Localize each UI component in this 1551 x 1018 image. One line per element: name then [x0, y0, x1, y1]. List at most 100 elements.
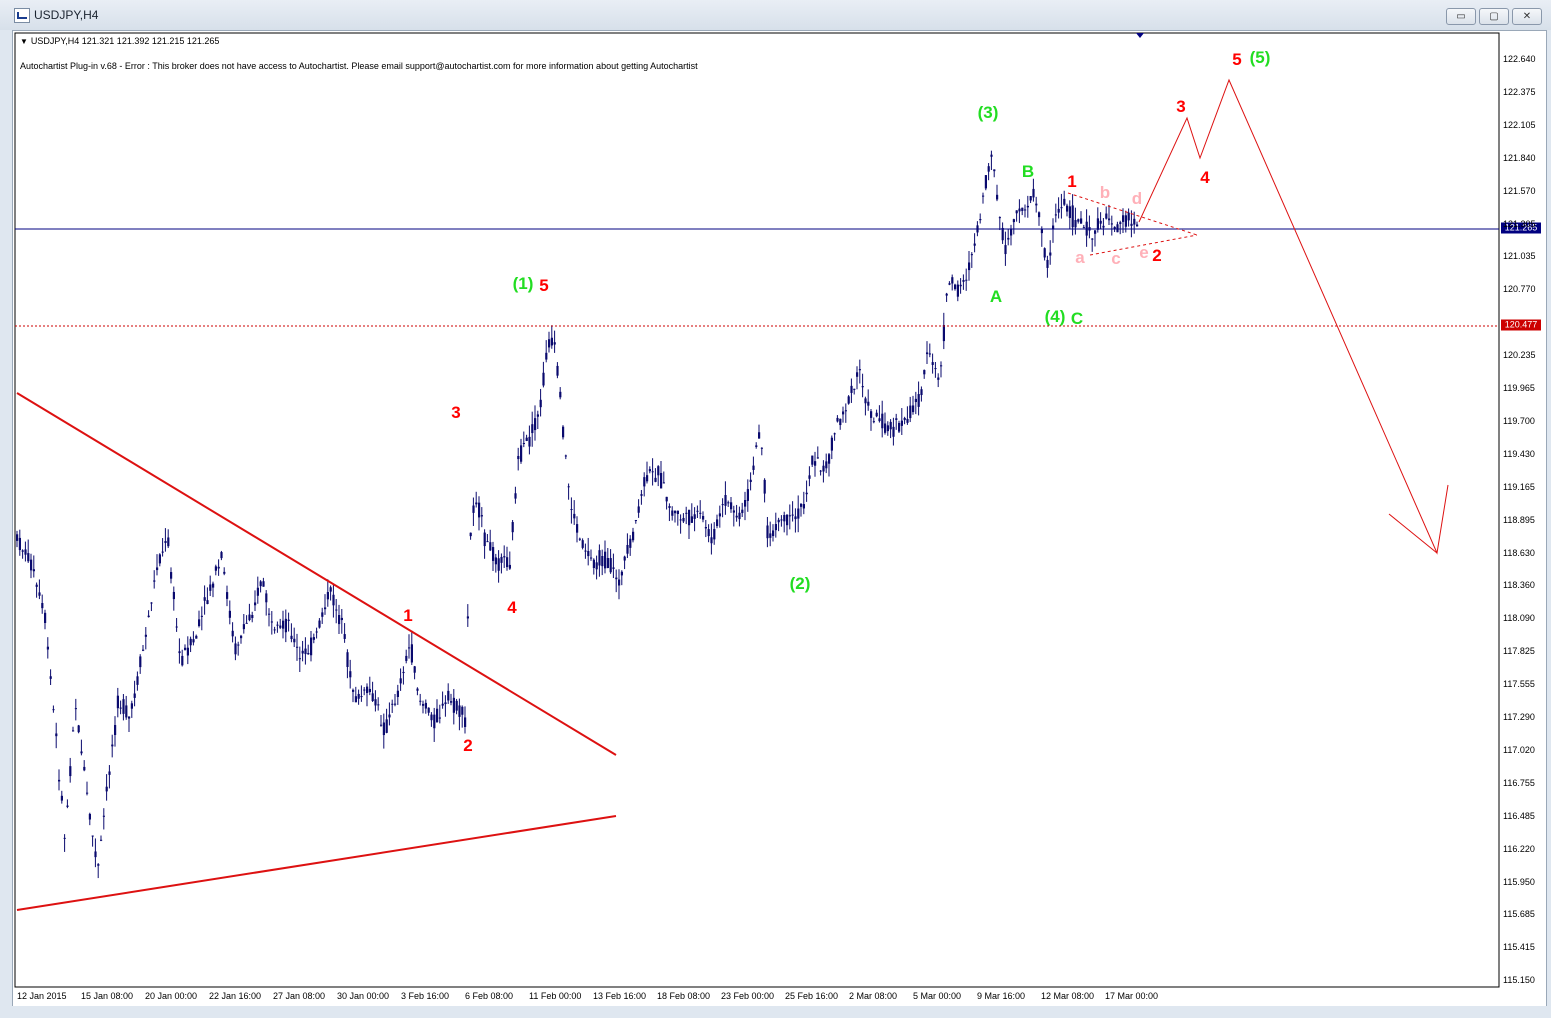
price-bar-body: [618, 579, 621, 586]
price-bar-body: [878, 418, 881, 422]
price-bar-body: [290, 635, 293, 640]
price-bar-body: [797, 508, 800, 519]
wave-label-gA: A: [989, 287, 1003, 306]
price-bar-body: [77, 725, 80, 733]
time-tick-label: 18 Feb 08:00: [657, 991, 711, 1001]
price-bar-body: [833, 433, 836, 435]
price-bar-body: [368, 688, 371, 693]
price-bar-body: [156, 567, 159, 571]
price-bar-body: [209, 584, 212, 591]
price-bar-body: [559, 391, 562, 398]
price-bar-body: [200, 615, 203, 617]
price-bar-body: [690, 516, 693, 523]
price-bar-body: [1035, 203, 1038, 206]
time-tick-label: 3 Feb 16:00: [401, 991, 450, 1001]
price-bar-body: [629, 538, 632, 548]
price-chart[interactable]: [0, 0, 1551, 1018]
price-bar-body: [181, 655, 184, 666]
price-bar-body: [377, 704, 380, 706]
price-bar-body: [105, 786, 108, 792]
price-bar-body: [427, 707, 430, 713]
price-bar-body: [640, 494, 643, 496]
price-bar-body: [38, 592, 41, 596]
price-bar-body: [570, 509, 573, 511]
price-bar-body: [598, 550, 601, 566]
price-bar-body: [632, 531, 635, 541]
price-bar-body: [727, 502, 730, 504]
price-bar-body: [416, 688, 419, 691]
price-bar-body: [741, 509, 744, 514]
price-bar-body: [391, 703, 394, 705]
price-bar-body: [1021, 207, 1024, 211]
price-bar-body: [366, 686, 369, 693]
price-bar-body: [548, 339, 551, 348]
price-bar-body: [567, 486, 570, 488]
sub-wave-label-c: c: [1111, 249, 1121, 268]
price-tick-label: 120.235: [1503, 350, 1536, 361]
projected-arrow-head[interactable]: [1388, 513, 1438, 554]
price-bar-body: [164, 540, 167, 543]
price-tick-label: 119.165: [1503, 481, 1535, 492]
price-bar-body: [189, 638, 192, 646]
price-bar-body: [802, 504, 805, 509]
price-bar-body: [553, 342, 556, 345]
price-bar-body: [58, 779, 61, 782]
chart-shift-marker[interactable]: [1136, 33, 1144, 38]
wave-label-g1: (1): [512, 274, 534, 293]
price-bar-body: [755, 445, 758, 447]
price-bar-body: [69, 766, 72, 777]
upper-triangle-trendline[interactable]: [16, 392, 617, 756]
price-bar-body: [346, 652, 349, 667]
symbol-dropdown-icon[interactable]: ▼: [20, 37, 28, 46]
price-bar-body: [1096, 218, 1099, 230]
price-bar-body: [646, 475, 649, 482]
price-bar-body: [830, 437, 833, 451]
wave-label-g3: (3): [977, 103, 999, 122]
price-bar-body: [954, 284, 957, 290]
price-bar-body: [1063, 198, 1066, 205]
price-bar-body: [595, 562, 598, 570]
level-price-box: 120.477: [1501, 319, 1541, 331]
lower-triangle-trendline[interactable]: [16, 815, 617, 911]
price-bar-body: [940, 365, 943, 367]
price-tick-label: 118.090: [1503, 613, 1535, 624]
time-tick-label: 22 Jan 16:00: [209, 991, 262, 1001]
price-bar-body: [744, 500, 747, 507]
price-bar-body: [948, 283, 951, 285]
price-bar-body: [923, 370, 926, 375]
wave-label-r3: 3: [1176, 97, 1186, 116]
price-bar-body: [898, 422, 901, 432]
price-bar-body: [422, 703, 425, 706]
price-bar-body: [167, 537, 170, 547]
price-bar-body: [396, 690, 399, 698]
price-bar-body: [881, 413, 884, 429]
price-bar-body: [262, 581, 265, 587]
price-tick-label: 116.220: [1503, 843, 1535, 854]
price-bar-body: [1116, 224, 1119, 233]
time-tick-label: 12 Jan 2015: [17, 991, 67, 1001]
price-bar-body: [808, 475, 811, 479]
price-bar-body: [198, 619, 201, 627]
price-bar-body: [315, 631, 318, 633]
price-bar-body: [783, 514, 786, 522]
projected-wave-path[interactable]: [1138, 78, 1449, 555]
price-bar-body: [298, 658, 301, 660]
price-bar-body: [382, 722, 385, 736]
price-bar-body: [478, 502, 481, 518]
price-bar-body: [674, 510, 677, 514]
price-bar-body: [850, 385, 853, 393]
price-bar-body: [1001, 227, 1004, 241]
price-bar-body: [1029, 196, 1032, 201]
time-tick-label: 13 Feb 16:00: [593, 991, 647, 1001]
price-bar-body: [307, 652, 310, 655]
price-bar-body: [206, 600, 209, 605]
price-bar-body: [195, 635, 198, 639]
time-tick-label: 25 Feb 16:00: [785, 991, 839, 1001]
price-tick-label: 119.965: [1503, 383, 1535, 393]
price-bar-body: [343, 634, 346, 639]
sub-wave-label-e: e: [1139, 243, 1149, 262]
price-bar-body: [937, 377, 940, 380]
price-tick-label: 117.290: [1503, 712, 1535, 722]
price-bar-body: [408, 647, 411, 649]
price-bar-body: [1068, 206, 1071, 218]
